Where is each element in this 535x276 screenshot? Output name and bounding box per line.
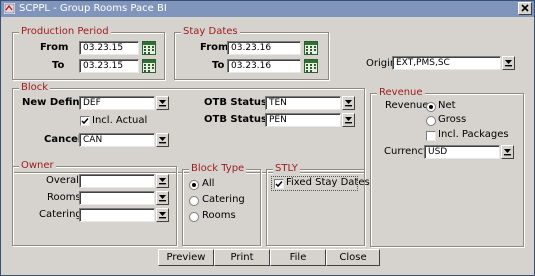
chevron-down-icon [345, 117, 352, 124]
block-type-all-radio[interactable] [189, 180, 199, 190]
cancel-field[interactable]: CAN [79, 133, 155, 147]
block-type-catering-radio[interactable] [189, 196, 199, 206]
cancel-dropdown-button[interactable] [156, 133, 169, 147]
currency-label: Currency [384, 146, 430, 157]
owner-rooms-label: Rooms [47, 192, 81, 203]
incl-packages-label: Incl. Packages [438, 129, 509, 140]
app-icon [4, 3, 15, 14]
close-icon [521, 4, 529, 12]
checkmark-icon [275, 181, 283, 188]
stay-from-label: From [200, 42, 229, 53]
block-type-catering-label: Catering [202, 194, 245, 205]
origin-dropdown-button[interactable] [502, 56, 515, 70]
chevron-down-icon [345, 100, 352, 107]
window-title: SCPPL - Group Rooms Pace BI [19, 3, 167, 14]
otb-status-2-dropdown-button[interactable] [342, 96, 355, 110]
owner-overall-label: Overall [46, 175, 82, 186]
cancel-label: Cancel [44, 134, 82, 145]
currency-field[interactable]: USD [424, 145, 500, 159]
incl-packages-checkbox[interactable] [426, 131, 436, 141]
owner-rooms-dropdown-button[interactable] [156, 191, 169, 205]
stay-from-calendar-icon[interactable] [304, 41, 318, 55]
origin-field[interactable]: EXT,PMS,SC [392, 56, 501, 70]
owner-overall-dropdown-button[interactable] [156, 174, 169, 188]
production-from-field[interactable]: 03.23.15 [79, 41, 139, 55]
block-type-title: Block Type [189, 163, 247, 174]
owner-catering-dropdown-button[interactable] [156, 208, 169, 222]
revenue-net-label: Net [438, 100, 456, 111]
otb-status-3-dropdown-button[interactable] [342, 113, 355, 127]
title-bar: SCPPL - Group Rooms Pace BI [1, 1, 534, 17]
production-to-label: To [52, 60, 65, 71]
report-window: SCPPL - Group Rooms Pace BI Production P… [0, 0, 535, 276]
stay-to-calendar-icon[interactable] [304, 59, 318, 73]
window-close-button[interactable] [518, 2, 532, 15]
revenue-gross-label: Gross [438, 114, 467, 125]
chevron-down-icon [159, 178, 166, 185]
chevron-down-icon [504, 149, 511, 156]
revenue-gross-radio[interactable] [426, 116, 436, 126]
revenue-title: Revenue [377, 87, 425, 98]
owner-title: Owner [19, 160, 56, 171]
file-button[interactable]: File [270, 249, 326, 266]
fixed-stay-dates-label: Fixed Stay Dates [286, 177, 370, 188]
stay-dates-title: Stay Dates [181, 26, 240, 37]
revenue-net-radio[interactable] [426, 102, 436, 112]
block-type-rooms-label: Rooms [202, 210, 236, 221]
stay-from-field[interactable]: 03.23.16 [227, 41, 301, 55]
close-button[interactable]: Close [326, 249, 380, 266]
production-to-calendar-icon[interactable] [142, 59, 156, 73]
chevron-down-icon [159, 195, 166, 202]
owner-rooms-field[interactable] [79, 191, 155, 205]
new-definite-field[interactable]: DEF [79, 96, 155, 110]
chevron-down-icon [159, 100, 166, 107]
revenue-label: Revenue [385, 100, 429, 111]
incl-actual-checkbox[interactable] [80, 116, 90, 126]
owner-overall-field[interactable] [79, 174, 155, 188]
print-button[interactable]: Print [214, 249, 270, 266]
block-type-rooms-radio[interactable] [189, 212, 199, 222]
otb-status-2-field[interactable]: TEN [265, 96, 341, 110]
currency-dropdown-button[interactable] [501, 145, 514, 159]
radio-selected-dot [429, 105, 433, 109]
incl-actual-label: Incl. Actual [92, 115, 148, 126]
radio-selected-dot [192, 183, 196, 187]
block-type-all-label: All [202, 178, 215, 189]
block-title: Block [19, 82, 51, 93]
stly-title: STLY [273, 163, 300, 174]
chevron-down-icon [159, 212, 166, 219]
owner-catering-label: Catering [39, 209, 82, 220]
production-from-label: From [40, 42, 69, 53]
chevron-down-icon [159, 137, 166, 144]
chevron-down-icon [505, 60, 512, 67]
fixed-stay-dates-checkbox[interactable] [274, 179, 284, 189]
owner-catering-field[interactable] [79, 208, 155, 222]
stay-to-label: To [212, 60, 225, 71]
production-from-calendar-icon[interactable] [142, 41, 156, 55]
stay-to-field[interactable]: 03.23.16 [227, 59, 301, 73]
otb-status-3-field[interactable]: PEN [265, 113, 341, 127]
production-to-field[interactable]: 03.23.15 [79, 59, 139, 73]
form-body: Production Period From 03.23.15 To 03.23… [1, 18, 534, 275]
checkmark-icon [81, 118, 89, 125]
new-definite-dropdown-button[interactable] [156, 96, 169, 110]
preview-button[interactable]: Preview [158, 249, 214, 266]
production-period-title: Production Period [19, 26, 111, 37]
